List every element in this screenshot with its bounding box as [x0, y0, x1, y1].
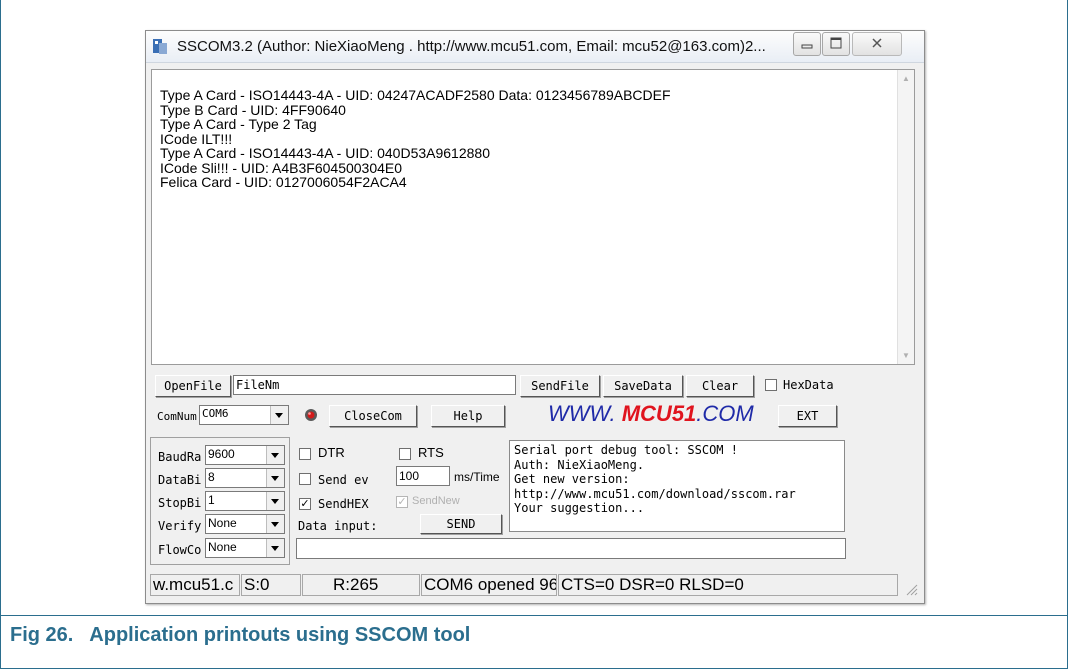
- rts-label: RTS: [418, 445, 444, 460]
- output-line: Type A Card - ISO14443-4A - UID: 04247AC…: [160, 87, 671, 103]
- sendhex-checkbox[interactable]: ✓: [299, 498, 311, 510]
- open-file-button[interactable]: OpenFile: [155, 375, 231, 397]
- save-data-button[interactable]: SaveData: [603, 375, 683, 397]
- status-site: w.mcu51.c: [150, 574, 240, 596]
- comnum-select[interactable]: COM6: [199, 405, 289, 425]
- verify-label: Verify: [158, 519, 202, 533]
- output-line: Type B Card - UID: 4FF90640: [160, 101, 346, 118]
- stopbits-value: 1: [208, 493, 215, 507]
- output-line: Type A Card - Type 2 Tag: [160, 116, 317, 132]
- databits-select[interactable]: 8: [205, 468, 285, 488]
- logo-www: WWW.: [548, 401, 616, 426]
- close-icon: [872, 38, 882, 48]
- flow-label: FlowCo: [158, 543, 202, 557]
- chevron-down-icon[interactable]: [266, 539, 284, 557]
- figure-caption: Fig 26. Application printouts using SSCO…: [10, 624, 471, 646]
- stopbits-label: StopBi: [158, 496, 202, 510]
- maximize-button[interactable]: [822, 32, 850, 56]
- logo-com: .COM: [696, 401, 754, 426]
- output-line: Type A Card - ISO14443-4A - UID: 040D53A…: [160, 145, 490, 161]
- ext-button[interactable]: EXT: [778, 405, 837, 427]
- interval-unit-label: ms/Time: [454, 470, 500, 484]
- chevron-down-icon[interactable]: [266, 492, 284, 510]
- interval-input[interactable]: 100: [396, 466, 450, 486]
- scroll-down-icon[interactable]: ▼: [902, 351, 910, 360]
- minimize-icon: [801, 44, 813, 49]
- comnum-label: ComNum: [157, 410, 197, 423]
- send-button[interactable]: SEND: [420, 514, 502, 534]
- window-title: SSCOM3.2 (Author: NieXiaoMeng . http://w…: [177, 38, 766, 55]
- hexdata-label: HexData: [783, 378, 834, 392]
- file-name-field[interactable]: FileNm: [233, 375, 516, 395]
- maximize-icon: [830, 37, 842, 49]
- baud-label: BaudRa: [158, 450, 202, 464]
- databits-value: 8: [208, 470, 215, 484]
- send-file-button[interactable]: SendFile: [520, 375, 600, 397]
- flow-value: None: [208, 540, 237, 554]
- rts-checkbox[interactable]: [399, 448, 411, 460]
- help-button[interactable]: Help: [431, 405, 505, 427]
- comnum-value: COM6: [202, 407, 229, 420]
- dtr-checkbox[interactable]: [299, 448, 311, 460]
- baud-value: 9600: [208, 447, 235, 461]
- resize-grip-icon[interactable]: [904, 582, 918, 596]
- scroll-up-icon[interactable]: ▲: [902, 74, 910, 83]
- app-icon: [153, 39, 167, 54]
- verify-value: None: [208, 516, 237, 530]
- status-port: COM6 opened 960: [421, 574, 557, 596]
- output-line: Felica Card - UID: 0127006054F2ACA4: [160, 174, 407, 190]
- send-every-checkbox[interactable]: [299, 473, 311, 485]
- close-window-button[interactable]: [852, 32, 902, 56]
- receive-area[interactable]: Type A Card - ISO14443-4A - UID: 04247AC…: [151, 69, 915, 365]
- databits-label: DataBi: [158, 473, 202, 487]
- info-line: Get new version:: [514, 472, 630, 486]
- sendnew-label: SendNew: [412, 495, 460, 507]
- receive-output: Type A Card - ISO14443-4A - UID: 04247AC…: [160, 88, 671, 190]
- website-logo[interactable]: WWW. MCU51.COM: [548, 401, 754, 427]
- vertical-scrollbar[interactable]: ▲ ▼: [897, 70, 914, 364]
- status-lines: CTS=0 DSR=0 RLSD=0: [558, 574, 898, 596]
- info-line: Your suggestion...: [514, 501, 645, 515]
- info-line: Serial port debug tool: SSCOM !: [514, 443, 738, 457]
- sendnew-checkbox[interactable]: ✓: [396, 496, 408, 508]
- status-sent: S:0: [241, 574, 301, 596]
- logo-mcu51: MCU51: [621, 401, 697, 426]
- chevron-down-icon[interactable]: [266, 469, 284, 487]
- title-bar[interactable]: SSCOM3.2 (Author: NieXiaoMeng . http://w…: [146, 31, 924, 63]
- baud-select[interactable]: 9600: [205, 445, 285, 465]
- flow-select[interactable]: None: [205, 538, 285, 558]
- dtr-label: DTR: [318, 445, 345, 460]
- verify-select[interactable]: None: [205, 514, 285, 534]
- info-panel: Serial port debug tool: SSCOM ! Auth: Ni…: [509, 440, 845, 532]
- chevron-down-icon[interactable]: [266, 515, 284, 533]
- stopbits-select[interactable]: 1: [205, 491, 285, 511]
- data-input-field[interactable]: [296, 538, 846, 559]
- caption-rule: [0, 615, 1068, 616]
- data-input-label: Data input:: [298, 519, 378, 533]
- close-com-button[interactable]: CloseCom: [329, 405, 417, 427]
- clear-button[interactable]: Clear: [686, 375, 754, 397]
- hexdata-checkbox[interactable]: [765, 379, 777, 391]
- sendhex-label: SendHEX: [318, 497, 369, 511]
- output-line: ICode ILT!!!: [160, 130, 233, 147]
- port-status-led-icon: [305, 409, 317, 421]
- output-line: ICode Sli!!! - UID: A4B3F604500304E0: [160, 159, 403, 176]
- info-line: Auth: NieXiaoMeng.: [514, 457, 645, 472]
- minimize-button[interactable]: [793, 32, 821, 56]
- chevron-down-icon[interactable]: [270, 406, 288, 424]
- info-line: http://www.mcu51.com/download/sscom.rar: [514, 486, 796, 501]
- status-received: R:265: [302, 574, 420, 596]
- chevron-down-icon[interactable]: [266, 446, 284, 464]
- status-bar: w.mcu51.c S:0 R:265 COM6 opened 960 CTS=…: [148, 572, 920, 598]
- send-every-label: Send ev: [318, 473, 369, 487]
